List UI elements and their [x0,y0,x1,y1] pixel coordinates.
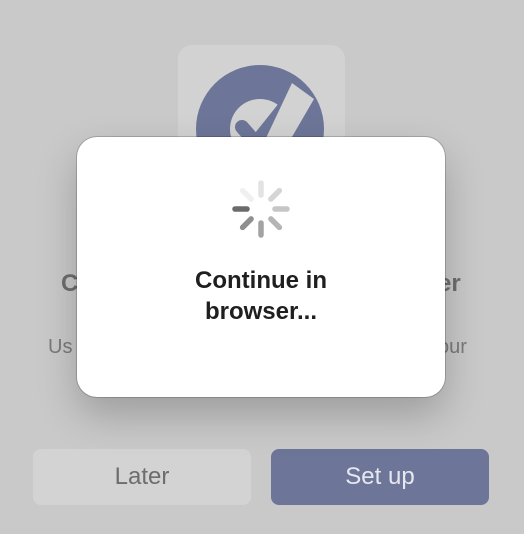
dialog-message-line-1: Continue in [195,267,327,294]
set-up-button[interactable]: Set up [271,449,489,505]
later-button[interactable]: Later [33,449,251,505]
continue-in-browser-dialog: Continue in browser... [77,137,445,397]
background-subtext-left: Us [48,336,73,358]
dialog-message-line-2: browser... [204,298,318,325]
dialog-message: Continue in browser... [77,265,445,327]
background-heading-left: C [61,270,79,297]
spinner-icon [232,180,290,238]
